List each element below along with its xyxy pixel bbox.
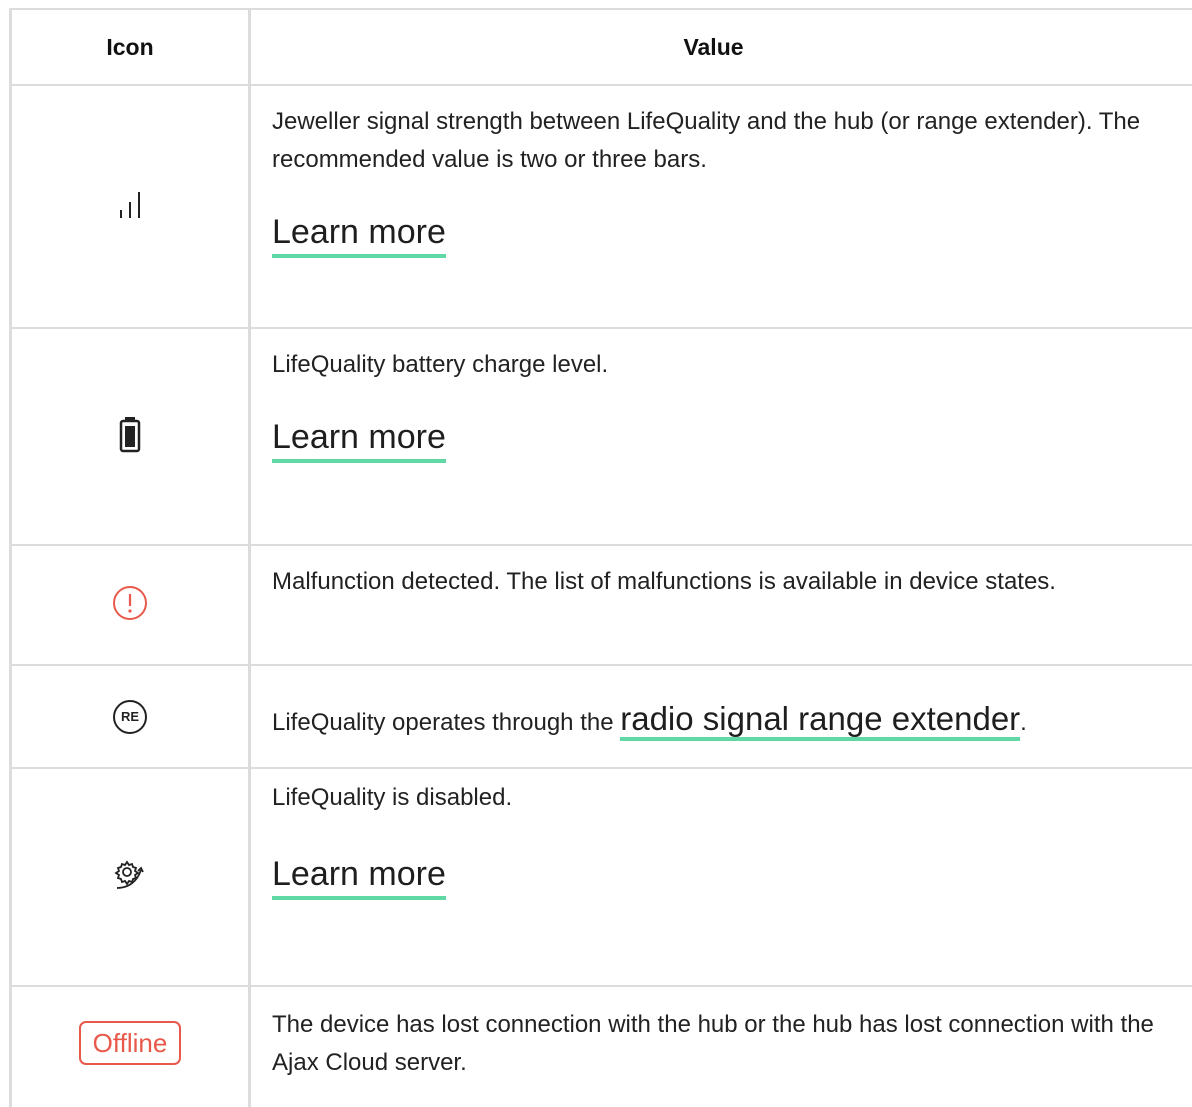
row-description: LifeQuality battery charge level. [272,351,609,378]
learn-more-link[interactable]: Learn more [272,852,446,900]
icon-cell [12,329,251,544]
value-cell: LifeQuality is disabled. Learn more [251,769,1192,985]
range-extender-link[interactable]: radio signal range extender [620,699,1021,741]
table-row: RE LifeQuality operates through the radi… [12,666,1192,769]
icon-cell [12,769,251,985]
value-cell: Malfunction detected. The list of malfun… [251,546,1192,664]
header-icon: Icon [12,10,251,84]
offline-badge: Offline [78,1021,182,1065]
table-row: LifeQuality battery charge level. Learn … [12,329,1192,546]
icon-cell: Offline [12,987,251,1107]
range-extender-icon: RE [113,699,147,734]
row-description: LifeQuality operates through the radio s… [272,692,1027,742]
text-after-link: . [1020,708,1027,736]
table-header-row: Icon Value [12,10,1192,86]
header-value: Value [683,33,744,60]
icon-cell [12,546,251,664]
range-extender-label: RE [120,709,140,724]
table-row: Malfunction detected. The list of malfun… [12,546,1192,666]
table-row: LifeQuality is disabled. Learn more [12,769,1192,987]
signal-strength-icon [110,184,150,229]
table-row: Jeweller signal strength between LifeQua… [12,86,1192,329]
value-cell: LifeQuality battery charge level. Learn … [251,329,1192,544]
malfunction-icon [110,583,150,628]
icon-cell: RE [12,666,251,767]
value-cell: LifeQuality operates through the radio s… [251,666,1192,767]
row-description: Jeweller signal strength between LifeQua… [272,108,1141,173]
learn-more-link[interactable]: Learn more [272,210,446,258]
table-row: Offline The device has lost connection w… [12,987,1192,1107]
icon-cell [12,86,251,327]
value-cell: The device has lost connection with the … [251,987,1192,1107]
row-description: LifeQuality is disabled. [272,784,513,811]
value-cell: Jeweller signal strength between LifeQua… [251,86,1192,327]
row-description: The device has lost connection with the … [272,1011,1154,1076]
learn-more-link[interactable]: Learn more [272,415,446,463]
row-description: Malfunction detected. The list of malfun… [272,568,1056,595]
text-before-link: LifeQuality operates through the [272,708,621,736]
disabled-settings-icon [110,855,150,900]
status-icons-table: Icon Value Jeweller signal strength betw… [9,8,1192,1107]
battery-icon [118,414,142,459]
